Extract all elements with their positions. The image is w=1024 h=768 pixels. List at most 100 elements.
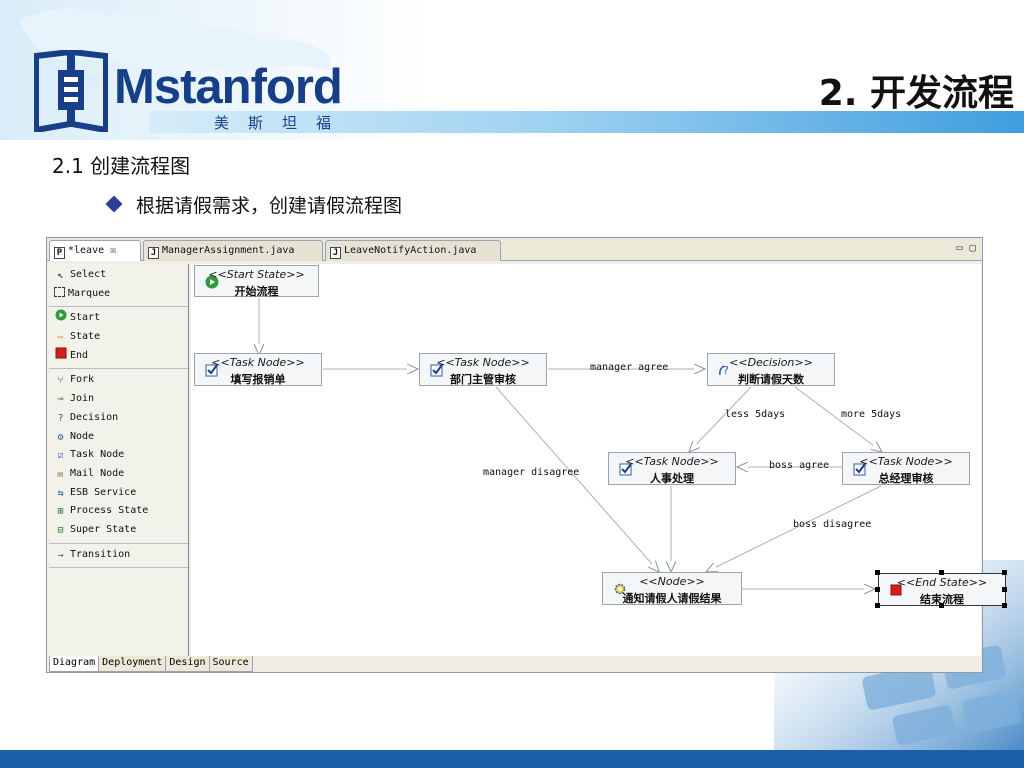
selection-handle[interactable] — [1002, 603, 1007, 608]
palette-section-selection: ↖ Select Marquee — [49, 264, 188, 308]
editor-tab-bar: P *leave ☒ J ManagerAssignment.java J LeaveN… — [47, 238, 982, 261]
palette-label: Start — [70, 312, 101, 324]
super-state-icon: ⊟ — [57, 524, 64, 536]
selection-handle[interactable] — [1002, 570, 1007, 575]
tab-label: ManagerAssignment.java — [162, 245, 295, 256]
close-tab-icon[interactable]: ☒ — [110, 245, 116, 256]
tab-leave[interactable]: P *leave ☒ — [49, 240, 141, 261]
node-hr-processing[interactable]: <<Task Node>> 人事处理 — [608, 452, 736, 485]
process-file-icon: P — [54, 247, 65, 259]
palette-transition[interactable]: → Transition — [49, 546, 188, 565]
end-icon — [54, 347, 67, 359]
palette-decision[interactable]: ? Decision — [49, 409, 188, 428]
selection-handle[interactable] — [875, 587, 880, 592]
node-start-state[interactable]: <<Start State>> 开始流程 — [194, 265, 319, 298]
marquee-icon — [54, 286, 65, 297]
palette-node[interactable]: ⚙ Node — [49, 428, 188, 447]
bullet-text: 根据请假需求，创建请假流程图 — [136, 195, 403, 217]
palette-section-states: Start ⇨ State End — [49, 307, 188, 370]
node-gear-icon: ⚙ — [57, 431, 64, 443]
java-file-icon: J — [148, 247, 159, 259]
transition-arrow-icon: → — [57, 549, 64, 561]
node-name: 判断请假天数 — [738, 373, 804, 386]
editor-bottom-tabs: Diagram Deployment Design Source — [49, 656, 253, 672]
palette-label: Marquee — [68, 287, 111, 299]
mstanford-logo: Mstanford 美斯坦福 — [34, 50, 364, 140]
node-dept-review[interactable]: <<Task Node>> 部门主管审核 — [419, 353, 547, 386]
minimize-maximize-controls[interactable]: ▭ ▢ — [956, 241, 976, 254]
tab-label: *leave — [68, 245, 105, 256]
diamond-bullet-icon — [105, 195, 123, 213]
node-name: 人事处理 — [650, 472, 694, 485]
book-logo-icon — [34, 50, 108, 132]
palette-section-nodes: ⑂ Fork ⊸ Join ? Decision ⚙ Node ☑ Task Node ✉… — [49, 369, 188, 544]
esb-service-icon: ⇆ — [57, 487, 64, 499]
palette-end[interactable]: End — [49, 347, 188, 366]
tab-leave-notify-action[interactable]: J LeaveNotifyAction.java — [325, 240, 501, 261]
tab-source[interactable]: Source — [208, 656, 253, 672]
palette-task-node[interactable]: ☑ Task Node — [49, 446, 188, 465]
selection-handle[interactable] — [939, 570, 944, 575]
mail-node-icon: ✉ — [57, 468, 64, 480]
tab-deployment[interactable]: Deployment — [98, 656, 167, 672]
state-icon: ⇨ — [57, 332, 64, 344]
node-stereotype: <<Task Node>> — [625, 455, 719, 468]
palette-esb-service[interactable]: ⇆ ESB Service — [49, 484, 188, 503]
jbpm-editor-window: P *leave ☒ J ManagerAssignment.java J LeaveN… — [46, 237, 1007, 673]
node-end-state[interactable]: <<End State>> 结束流程 — [878, 573, 1006, 606]
task-node-icon: ☑ — [57, 450, 64, 462]
palette-label: Node — [70, 430, 95, 442]
node-fill-form[interactable]: <<Task Node>> 填写报销单 — [194, 353, 322, 386]
join-icon: ⊸ — [57, 394, 64, 406]
palette-start[interactable]: Start — [49, 309, 188, 328]
java-file-icon: J — [330, 247, 341, 259]
logo-chinese-name: 美斯坦福 — [214, 114, 351, 132]
tab-diagram[interactable]: Diagram — [49, 656, 100, 672]
selection-handle[interactable] — [875, 603, 880, 608]
node-decision-days[interactable]: ? <<Decision>> 判断请假天数 — [707, 353, 835, 386]
palette-label: Transition — [70, 548, 131, 560]
palette-super-state[interactable]: ⊟ Super State — [49, 521, 188, 540]
node-stereotype: <<Task Node>> — [436, 356, 530, 369]
palette-label: Select — [70, 269, 107, 280]
palette-label: Process State — [70, 505, 149, 517]
label-more-5days: more 5days — [841, 409, 902, 420]
selection-handle[interactable] — [875, 570, 880, 575]
palette-mail-node[interactable]: ✉ Mail Node — [49, 465, 188, 484]
selection-handle[interactable] — [939, 603, 944, 608]
node-name: 填写报销单 — [230, 373, 286, 386]
diagram-canvas[interactable]: manager agree less 5days more 5days boss… — [191, 264, 1007, 656]
node-stereotype: <<Start State>> — [208, 268, 305, 281]
fork-icon: ⑂ — [57, 375, 64, 387]
palette-label: Fork — [70, 374, 95, 386]
node-name: 开始流程 — [234, 285, 279, 298]
bullet-point: 根据请假需求，创建请假流程图 — [105, 191, 403, 218]
palette-marquee[interactable]: Marquee — [49, 285, 188, 304]
selection-handle[interactable] — [1002, 587, 1007, 592]
palette-label: End — [70, 349, 89, 361]
node-notify-applicant[interactable]: <<Node>> 通知请假人请假结果 — [602, 572, 742, 605]
palette-label: Task Node — [70, 449, 125, 461]
palette-process-state[interactable]: ⊞ Process State — [49, 502, 188, 521]
node-stereotype: <<Decision>> — [729, 356, 813, 369]
node-stereotype: <<End State>> — [896, 576, 988, 589]
label-manager-disagree: manager disagree — [483, 467, 580, 478]
node-gm-review[interactable]: <<Task Node>> 总经理审核 — [842, 452, 970, 485]
start-icon — [54, 309, 67, 321]
palette-label: Join — [70, 393, 95, 405]
palette-label: Mail Node — [70, 467, 125, 479]
palette-join[interactable]: ⊸ Join — [49, 390, 188, 409]
label-manager-agree: manager agree — [590, 362, 669, 373]
palette-fork[interactable]: ⑂ Fork — [49, 371, 188, 390]
tab-manager-assignment[interactable]: J ManagerAssignment.java — [143, 240, 323, 261]
node-name: 总经理审核 — [878, 472, 934, 485]
node-stereotype: <<Node>> — [639, 575, 705, 588]
node-stereotype: <<Task Node>> — [859, 455, 953, 468]
node-stereotype: <<Task Node>> — [211, 356, 305, 369]
palette-select[interactable]: ↖ Select — [49, 266, 188, 285]
tool-palette: ↖ Select Marquee Start ⇨ State End ⑂ Fork ⊸… — [49, 264, 189, 656]
tab-design[interactable]: Design — [165, 656, 210, 672]
section-heading: 2.1 创建流程图 — [52, 154, 191, 178]
decision-icon: ? — [57, 412, 64, 424]
palette-state[interactable]: ⇨ State — [49, 328, 188, 347]
